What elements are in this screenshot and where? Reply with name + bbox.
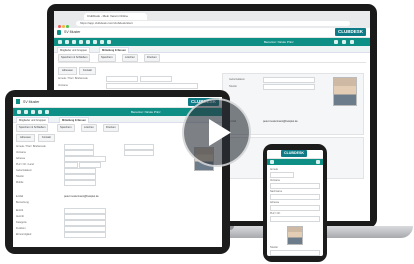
save-button[interactable]: Speichern xyxy=(98,54,116,62)
field-label: Vorname xyxy=(58,84,69,87)
delete-button[interactable]: Löschen xyxy=(122,54,138,62)
field-label: Kategorie xyxy=(16,221,27,224)
address-field[interactable] xyxy=(270,205,320,211)
help-icon[interactable] xyxy=(342,40,346,44)
menu-icon[interactable] xyxy=(57,30,61,35)
phone-field[interactable] xyxy=(270,250,320,256)
field-label: Vorname xyxy=(270,179,281,182)
city-field[interactable] xyxy=(270,216,320,222)
nav-bar: Benutzer: Nicole Prinz xyxy=(54,38,370,46)
calendar-icon[interactable] xyxy=(31,110,35,114)
money-icon[interactable] xyxy=(93,40,97,44)
phone-form: Anrede Vorname Nachname Adresse PLZ / Or… xyxy=(270,168,320,256)
field-label: Geburtsdatum xyxy=(16,169,32,172)
save-button[interactable]: Speichern xyxy=(57,124,75,132)
field-label: Telefon xyxy=(229,85,238,88)
salutation-select[interactable] xyxy=(270,172,294,178)
phone-display: CLUBDESK Anrede Vorname Nachname Adresse… xyxy=(267,150,323,256)
play-button[interactable] xyxy=(182,98,251,167)
field-label: Telefon xyxy=(16,175,25,178)
field-label: Geburtsdatum xyxy=(229,78,245,81)
app-title: SV Muster xyxy=(23,100,40,104)
folder-icon[interactable] xyxy=(45,110,49,114)
mail-icon[interactable] xyxy=(79,40,83,44)
title-select[interactable] xyxy=(140,76,172,82)
field-label: Adresse xyxy=(270,201,280,204)
field-label: Anrede / Titel / Briefanrede xyxy=(16,145,46,148)
field-label: Vorname xyxy=(16,151,27,154)
field-label: Ehrenmitglied xyxy=(16,233,32,236)
tab-contact[interactable]: Kontakt xyxy=(38,134,55,142)
field-label: Anrede / Titel / Briefanrede xyxy=(58,77,88,80)
member-photo[interactable] xyxy=(333,77,357,106)
firstname-field[interactable] xyxy=(106,83,198,89)
email-value[interactable]: peter.mustermann@beispiel.de xyxy=(263,120,298,123)
field-label: E-Mail xyxy=(16,195,24,198)
print-button[interactable]: Drucken xyxy=(144,54,160,62)
tab-addresses[interactable]: Adressen xyxy=(16,134,35,142)
browser-chrome: ClubDesk - Mein Verein Online https://ap… xyxy=(54,11,370,28)
subtab-bar: Mitglieder und Gruppen Mitteilung Erfass… xyxy=(54,46,370,53)
app-header: SV Muster CLUBDESK xyxy=(54,28,370,38)
lastname-field[interactable] xyxy=(124,150,154,156)
address-bar[interactable]: https://app.clubdesk.com/clubdesk/start xyxy=(76,21,350,26)
save-close-button[interactable]: Speichern & Schließen xyxy=(16,124,49,132)
clubdesk-logo: CLUBDESK xyxy=(334,28,366,36)
delete-button[interactable]: Löschen xyxy=(81,124,97,132)
play-icon xyxy=(209,119,231,146)
birthdate-field[interactable] xyxy=(263,77,315,83)
mail-icon[interactable] xyxy=(38,110,42,114)
field-label: Mobile xyxy=(16,181,24,184)
firstname-field[interactable] xyxy=(270,183,320,189)
gear-icon[interactable] xyxy=(316,160,320,164)
field-label: PLZ / Ort xyxy=(270,212,281,215)
phone-field[interactable] xyxy=(263,84,315,90)
logout-icon[interactable] xyxy=(350,40,354,44)
field-label: Austritt xyxy=(16,215,24,218)
member-photo[interactable] xyxy=(287,226,303,245)
salutation-select[interactable] xyxy=(106,76,138,82)
user-label[interactable]: Benutzer: Nicole Prinz xyxy=(131,108,161,116)
menu-icon[interactable] xyxy=(270,160,274,164)
menu-icon[interactable] xyxy=(16,99,20,104)
field-label: Nachname xyxy=(270,190,283,193)
web-icon[interactable] xyxy=(107,40,111,44)
tab-contact[interactable]: Kontakt xyxy=(79,67,96,75)
field-label: Adresse xyxy=(16,157,26,160)
clubdesk-logo: CLUBDESK xyxy=(281,150,307,157)
browser-tab[interactable]: ClubDesk - Mein Verein Online xyxy=(84,13,147,20)
field-label: Telefon xyxy=(270,246,279,249)
folder-icon[interactable] xyxy=(86,40,90,44)
person-icon[interactable] xyxy=(65,40,69,44)
phone-header: CLUBDESK xyxy=(267,150,323,159)
field-label: Bemerkung xyxy=(16,201,29,204)
honorary-field[interactable] xyxy=(64,232,106,238)
print-button[interactable]: Drucken xyxy=(103,124,119,132)
tab-addresses[interactable]: Adressen xyxy=(58,67,77,75)
save-close-button[interactable]: Speichern & Schließen xyxy=(58,54,91,62)
nav-bar xyxy=(267,159,323,165)
home-icon[interactable] xyxy=(17,110,21,114)
email-value[interactable]: peter.mustermann@beispiel.de xyxy=(64,195,99,198)
field-label: Funktion xyxy=(16,227,26,230)
home-icon[interactable] xyxy=(58,40,62,44)
chart-icon[interactable] xyxy=(100,40,104,44)
gear-icon[interactable] xyxy=(334,40,338,44)
field-label: Anrede xyxy=(270,168,279,171)
user-label[interactable]: Benutzer: Nicole Prinz xyxy=(264,38,294,46)
lastname-field[interactable] xyxy=(270,194,320,200)
toolbar: Speichern & Schließen Speichern Löschen … xyxy=(54,53,370,62)
divider xyxy=(58,62,366,63)
calendar-icon[interactable] xyxy=(72,40,76,44)
field-label: Eintritt xyxy=(16,209,24,212)
mobile-field[interactable] xyxy=(64,180,96,186)
app-title: SV Muster xyxy=(64,30,81,34)
person-icon[interactable] xyxy=(24,110,28,114)
field-label: PLZ / Ort / Land xyxy=(16,163,34,166)
